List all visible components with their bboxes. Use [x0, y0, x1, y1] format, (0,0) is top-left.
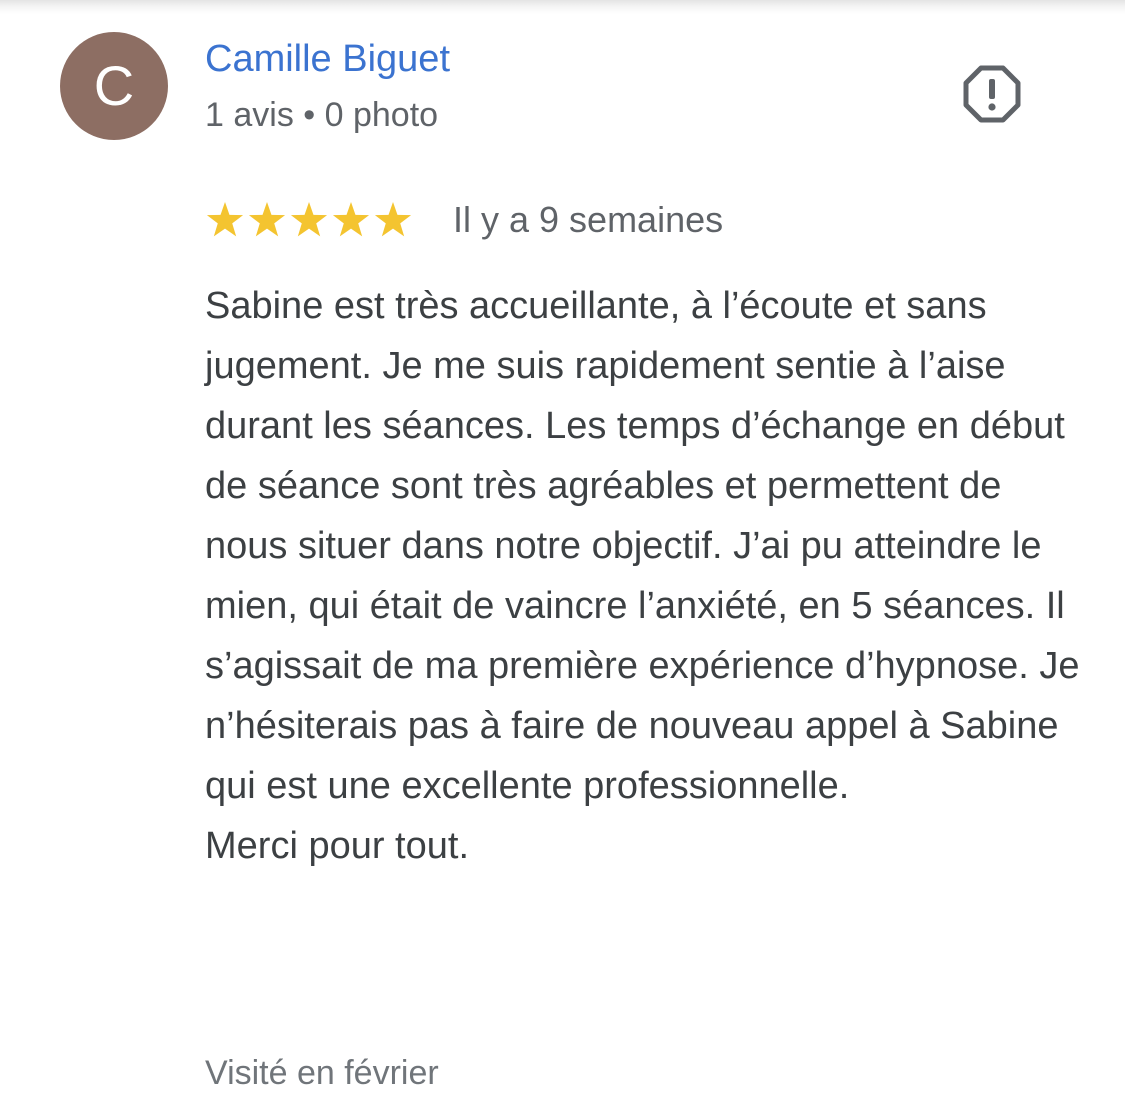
star-icon: [206, 202, 244, 237]
star-icon: [290, 202, 328, 237]
review-date: Il y a 9 semaines: [453, 199, 724, 240]
rating-row: Il y a 9 semaines: [205, 196, 723, 244]
visit-date: Visité en février: [205, 1054, 439, 1092]
review-paragraph: Merci pour tout.: [205, 825, 469, 867]
review-paragraph: Sabine est très accueillante, à l’écoute…: [205, 285, 1080, 807]
star-icon: [248, 202, 286, 237]
avatar[interactable]: C: [60, 32, 168, 140]
top-shadow-divider: [0, 0, 1125, 14]
report-flag-icon: [963, 65, 1021, 123]
author-name-link[interactable]: Camille Biguet: [205, 38, 450, 81]
review-text: Sabine est très accueillante, à l’écoute…: [205, 276, 1085, 876]
author-review-count: 1 avis • 0 photo: [205, 96, 439, 134]
star-icon: [332, 202, 370, 237]
star-rating: [205, 200, 413, 240]
report-button[interactable]: [962, 64, 1022, 124]
star-icon: [374, 202, 412, 237]
